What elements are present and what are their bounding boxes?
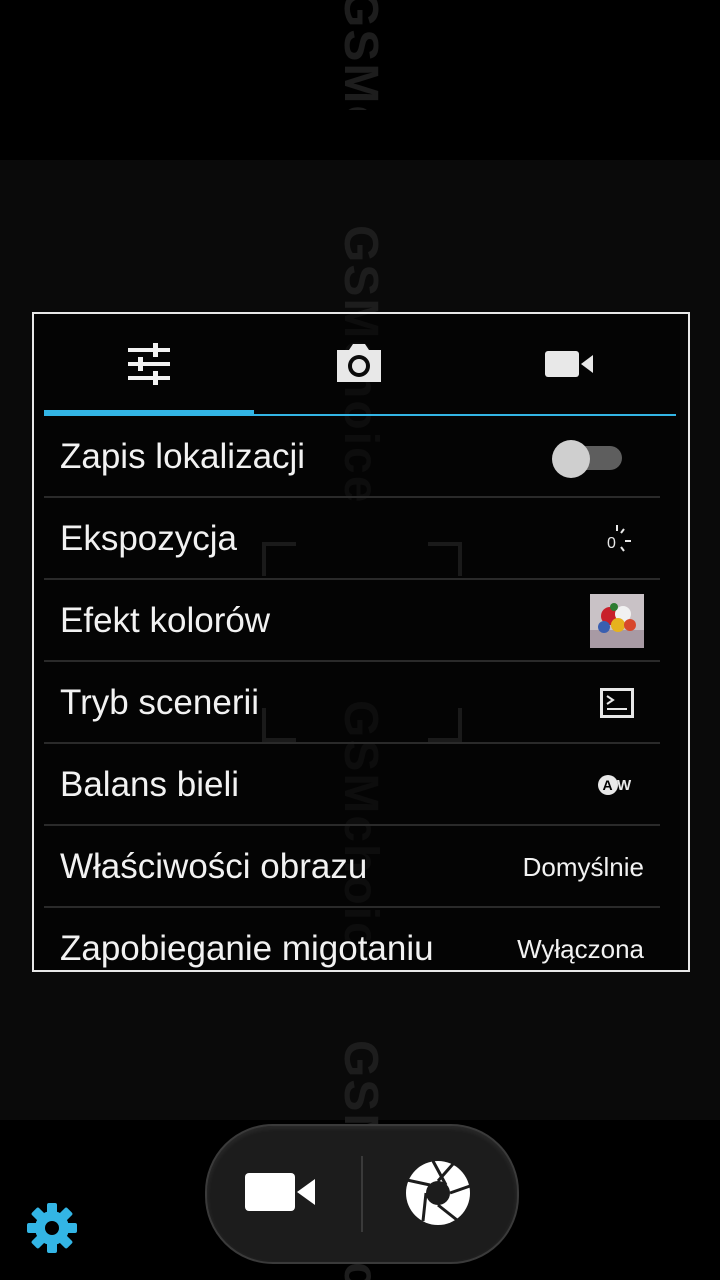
settings-tabs: [44, 314, 676, 416]
color-effect-thumbnail: [590, 594, 644, 648]
setting-label: Efekt kolorów: [60, 601, 271, 640]
sliders-icon: [128, 343, 170, 385]
capture-controls: [205, 1124, 519, 1264]
setting-white-balance[interactable]: Balans bieli A W: [44, 744, 660, 826]
camera-settings-button[interactable]: [26, 1202, 78, 1254]
video-camera-icon: [245, 1173, 315, 1211]
setting-exposure[interactable]: Ekspozycja 0: [44, 498, 660, 580]
location-toggle-thumb[interactable]: [552, 440, 590, 478]
controls-divider: [361, 1156, 363, 1232]
video-record-button[interactable]: [243, 1166, 319, 1218]
camera-settings-panel: Zapis lokalizacji Ekspozycja 0 Efekt kol…: [32, 312, 690, 972]
svg-text:A: A: [603, 777, 613, 793]
settings-list: Zapis lokalizacji Ekspozycja 0 Efekt kol…: [44, 416, 660, 970]
setting-label: Balans bieli: [60, 765, 239, 804]
video-camera-icon: [545, 351, 593, 377]
shutter-icon: [406, 1160, 471, 1225]
setting-scene-mode[interactable]: Tryb scenerii: [44, 662, 660, 744]
setting-value: Domyślnie: [522, 852, 644, 882]
setting-value: Wyłączona: [517, 934, 644, 964]
tab-general-settings[interactable]: [44, 314, 254, 414]
setting-label: Ekspozycja: [60, 519, 238, 558]
setting-label: Zapobieganie migotaniu: [60, 929, 434, 968]
svg-text:W: W: [617, 777, 632, 794]
setting-anti-flicker[interactable]: Zapobieganie migotaniu Wyłączona: [44, 908, 660, 970]
setting-label: Tryb scenerii: [60, 683, 260, 722]
tab-video-settings[interactable]: [464, 314, 676, 414]
gear-icon: [27, 1203, 77, 1253]
scene-mode-icon: [590, 676, 644, 730]
setting-image-properties[interactable]: Właściwości obrazu Domyślnie: [44, 826, 660, 908]
tab-photo-settings[interactable]: [254, 314, 464, 414]
setting-label: Zapis lokalizacji: [60, 437, 306, 476]
svg-text:0: 0: [607, 535, 616, 552]
setting-location[interactable]: Zapis lokalizacji: [44, 416, 660, 498]
white-balance-auto-icon: A W: [590, 758, 644, 812]
camera-icon: [337, 344, 381, 382]
shutter-button[interactable]: [403, 1158, 473, 1228]
setting-label: Właściwości obrazu: [60, 847, 368, 886]
exposure-icon: 0: [590, 512, 644, 566]
watermark: GSMchoice: [332, 0, 388, 110]
setting-color-effect[interactable]: Efekt kolorów: [44, 580, 660, 662]
